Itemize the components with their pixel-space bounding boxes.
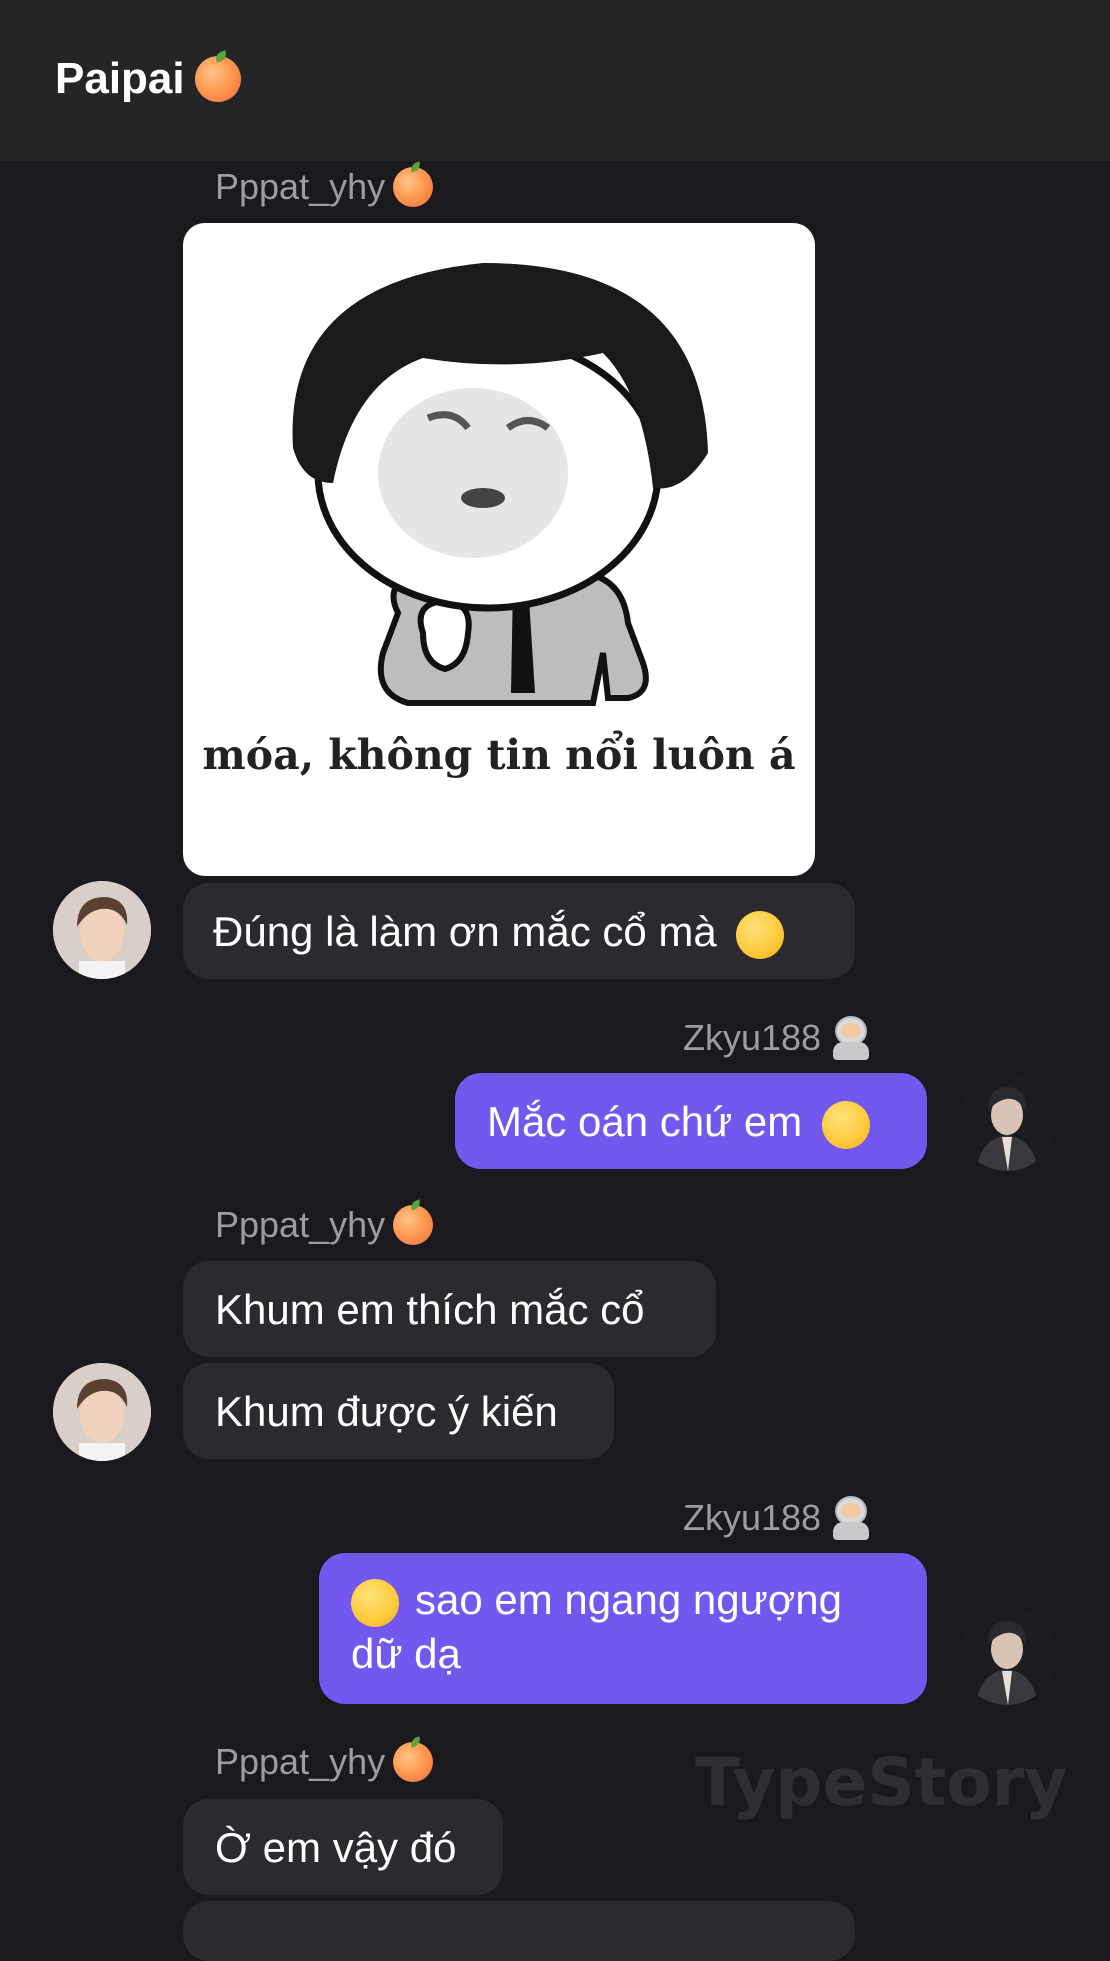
sender-name: Pppat_yhy bbox=[215, 1204, 434, 1246]
message-text: Ờ em vậy đó bbox=[215, 1824, 457, 1871]
sender-name: Pppat_yhy bbox=[215, 1741, 434, 1783]
sticker-image bbox=[292, 263, 708, 706]
message-bubble-outgoing[interactable]: sao em ngang ngượng dữ dạ bbox=[319, 1553, 927, 1704]
contact-avatar-image bbox=[53, 881, 151, 979]
message-text: Mắc oán chứ em bbox=[487, 1098, 803, 1145]
contact-avatar[interactable] bbox=[53, 881, 151, 979]
sender-name: Zkyu188 bbox=[683, 1496, 871, 1540]
sender-name: Zkyu188 bbox=[683, 1016, 871, 1060]
message-text: Khum em thích mắc cổ bbox=[215, 1286, 645, 1333]
sender-name-text: Pppat_yhy bbox=[215, 1204, 386, 1245]
sender-name: Pppat_yhy bbox=[215, 166, 434, 208]
peach-icon bbox=[393, 1205, 434, 1245]
message-bubble-incoming[interactable] bbox=[183, 1901, 855, 1961]
message-text: sao em ngang ngượng dữ dạ bbox=[351, 1576, 842, 1677]
my-avatar[interactable] bbox=[958, 1073, 1056, 1171]
chat-title-text: Paipai bbox=[55, 54, 185, 103]
weary-face-icon bbox=[736, 910, 785, 959]
message-bubble-outgoing[interactable]: Mắc oán chứ em bbox=[455, 1073, 927, 1169]
contact-avatar[interactable] bbox=[53, 1363, 151, 1461]
message-text: Khum được ý kiến bbox=[215, 1388, 558, 1435]
message-text: Đúng là làm ơn mắc cổ mà bbox=[213, 908, 717, 955]
chat-title[interactable]: Paipai bbox=[55, 54, 241, 104]
my-avatar[interactable] bbox=[958, 1607, 1056, 1705]
astronaut-icon bbox=[831, 1496, 871, 1540]
crying-face-icon bbox=[351, 1578, 399, 1627]
sender-name-text: Pppat_yhy bbox=[215, 1741, 386, 1782]
watermark: TypeStory bbox=[695, 1744, 1068, 1821]
sender-name-text: Zkyu188 bbox=[683, 1017, 822, 1058]
my-avatar-image bbox=[958, 1073, 1056, 1171]
sender-name-text: Zkyu188 bbox=[683, 1497, 822, 1538]
sticker-message[interactable]: móa, không tin nổi luôn á bbox=[183, 223, 815, 876]
message-bubble-incoming[interactable]: Khum em thích mắc cổ bbox=[183, 1261, 716, 1357]
message-bubble-incoming[interactable]: Ờ em vậy đó bbox=[183, 1799, 503, 1895]
message-bubble-incoming[interactable]: Đúng là làm ơn mắc cổ mà bbox=[183, 883, 855, 979]
peach-icon bbox=[393, 1742, 434, 1782]
contact-avatar-image bbox=[53, 1363, 151, 1461]
peach-icon bbox=[194, 56, 241, 102]
flushed-face-icon bbox=[821, 1100, 870, 1149]
peach-icon bbox=[393, 167, 434, 207]
astronaut-icon bbox=[831, 1016, 871, 1060]
my-avatar-image bbox=[958, 1607, 1056, 1705]
chat-header: Paipai bbox=[0, 0, 1110, 161]
message-bubble-incoming[interactable]: Khum được ý kiến bbox=[183, 1363, 614, 1459]
sender-name-text: Pppat_yhy bbox=[215, 166, 386, 207]
sticker-caption: móa, không tin nổi luôn á bbox=[202, 731, 796, 779]
